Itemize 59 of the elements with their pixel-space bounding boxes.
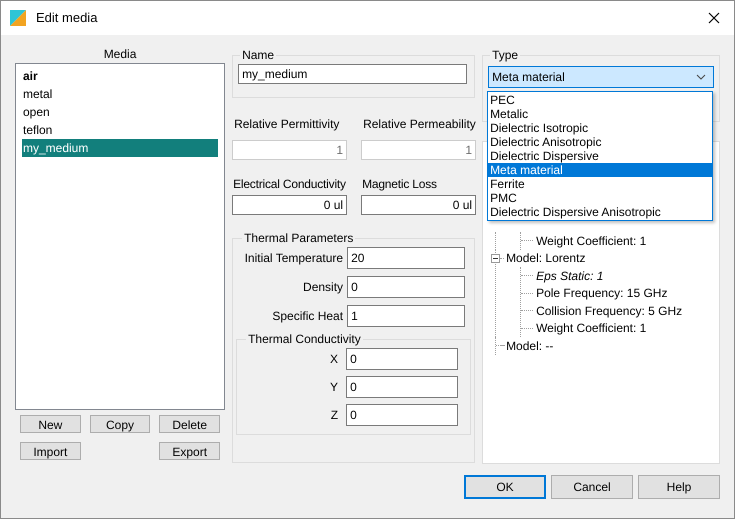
field-label: Initial Temperature	[244, 250, 344, 267]
property-label: Relative Permeability	[362, 116, 477, 133]
axis-label: Y	[329, 379, 338, 396]
media-list-item[interactable]: metal	[22, 85, 218, 103]
dropdown-option[interactable]: Dielectric Dispersive	[488, 149, 712, 163]
tree-item[interactable]: Collision Frequency: 5 GHz	[536, 302, 682, 320]
input-field[interactable]: 0 ul	[232, 195, 348, 215]
dropdown-option[interactable]: Metalic	[488, 107, 712, 121]
dropdown-option[interactable]: Ferrite	[488, 177, 712, 191]
property-label: Electrical Conductivity	[232, 176, 347, 193]
collapse-icon[interactable]	[491, 254, 500, 263]
input-field[interactable]: my_medium	[238, 64, 468, 84]
input-field[interactable]: 20	[347, 247, 466, 269]
media-button[interactable]: Export	[159, 442, 220, 460]
input-field[interactable]: 0	[347, 276, 466, 298]
dropdown-option[interactable]: PMC	[488, 191, 712, 205]
type-combobox[interactable]: Meta material	[488, 66, 714, 88]
media-button[interactable]: New	[20, 415, 81, 433]
type-label: Type	[491, 47, 520, 64]
tree-item[interactable]: Eps Static: 1	[536, 266, 604, 285]
dropdown-option[interactable]: PEC	[488, 93, 712, 107]
dropdown-option[interactable]: Dielectric Isotropic	[488, 121, 712, 135]
property-label: Magnetic Loss	[361, 176, 438, 193]
media-list-item[interactable]: my_medium	[22, 139, 218, 157]
dropdown-option[interactable]: Meta material	[488, 163, 712, 177]
property-label: Relative Permittivity	[233, 116, 340, 133]
dropdown-option[interactable]: Dielectric Anisotropic	[488, 135, 712, 149]
axis-label: X	[329, 351, 338, 368]
input-field[interactable]: 0 ul	[361, 195, 476, 215]
axis-label: Z	[330, 407, 338, 424]
dropdown-option[interactable]: Dielectric Dispersive Anisotropic	[488, 205, 712, 219]
media-button[interactable]: Import	[20, 442, 81, 460]
thermal-label: Thermal Parameters	[243, 230, 354, 247]
close-icon[interactable]	[708, 12, 720, 24]
tree-item[interactable]: Model: --	[506, 336, 554, 355]
dialog-button[interactable]: Cancel	[551, 475, 633, 499]
tree-item[interactable]: Pole Frequency: 15 GHz	[536, 284, 668, 302]
name-label: Name	[241, 47, 276, 64]
media-button[interactable]: Copy	[90, 415, 150, 433]
tree-item[interactable]: Weight Coefficient: 1	[536, 232, 646, 250]
tree-item[interactable]: Weight Coefficient: 1	[536, 319, 646, 338]
conductivity-label: Thermal Conductivity	[247, 331, 362, 348]
window-title: Edit media	[36, 9, 98, 28]
dialog-button[interactable]: OK	[464, 475, 546, 499]
media-label: Media	[102, 46, 138, 63]
input-field[interactable]: 0	[346, 404, 458, 426]
app-logo-icon	[10, 10, 26, 26]
input-field[interactable]: 1	[347, 305, 466, 327]
media-list-item[interactable]: air	[22, 67, 218, 85]
media-button[interactable]: Delete	[159, 415, 220, 433]
media-list-item[interactable]: open	[22, 103, 218, 121]
input-field[interactable]: 0	[346, 348, 458, 370]
field-label: Density	[302, 279, 344, 296]
input-field[interactable]: 0	[346, 376, 458, 398]
chevron-down-icon	[696, 74, 706, 80]
field-label: Specific Heat	[271, 308, 344, 325]
dialog-button[interactable]: Help	[638, 475, 720, 499]
media-list-item[interactable]: teflon	[22, 121, 218, 139]
tree-item[interactable]: Model: Lorentz	[506, 249, 586, 268]
